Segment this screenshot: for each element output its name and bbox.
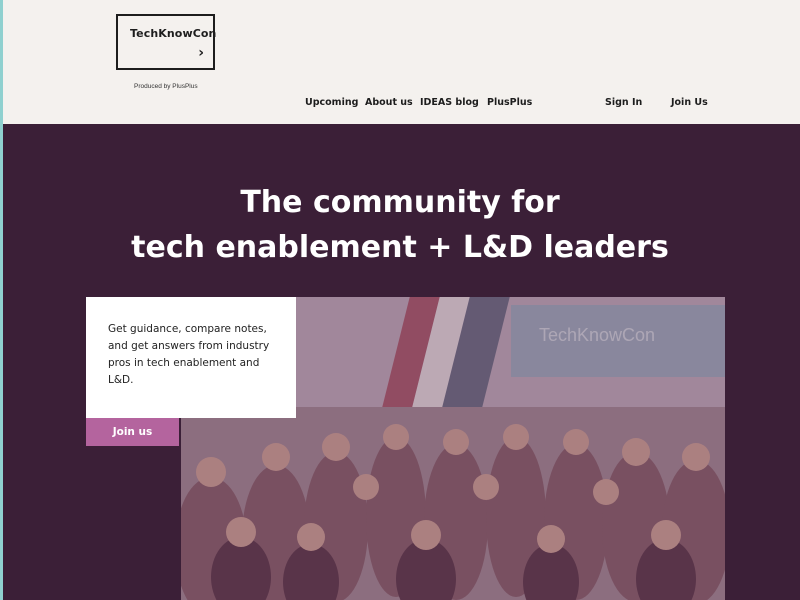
nav-about-us[interactable]: About us xyxy=(365,97,413,108)
join-us-button[interactable]: Join us xyxy=(86,418,179,446)
hero-title-line-1: The community for xyxy=(240,185,560,220)
site-header: TechKnowCon › Produced by PlusPlus Upcom… xyxy=(3,0,800,124)
logo[interactable]: TechKnowCon › xyxy=(116,14,217,70)
sign-in-link[interactable]: Sign In xyxy=(605,97,642,108)
nav-ideas-blog[interactable]: IDEAS blog xyxy=(420,97,479,108)
hero-info-card: Get guidance, compare notes, and get ans… xyxy=(86,297,296,418)
hero-title-line-2: tech enablement + L&D leaders xyxy=(131,230,669,265)
join-us-link[interactable]: Join Us xyxy=(671,97,708,108)
nav-upcoming[interactable]: Upcoming xyxy=(305,97,358,108)
nav-plusplus[interactable]: PlusPlus xyxy=(487,97,532,108)
hero-card-text: Get guidance, compare notes, and get ans… xyxy=(108,323,270,386)
chevron-right-icon: › xyxy=(198,45,204,61)
produced-by-label: Produced by PlusPlus xyxy=(134,83,198,90)
logo-text: TechKnowCon xyxy=(130,27,217,40)
